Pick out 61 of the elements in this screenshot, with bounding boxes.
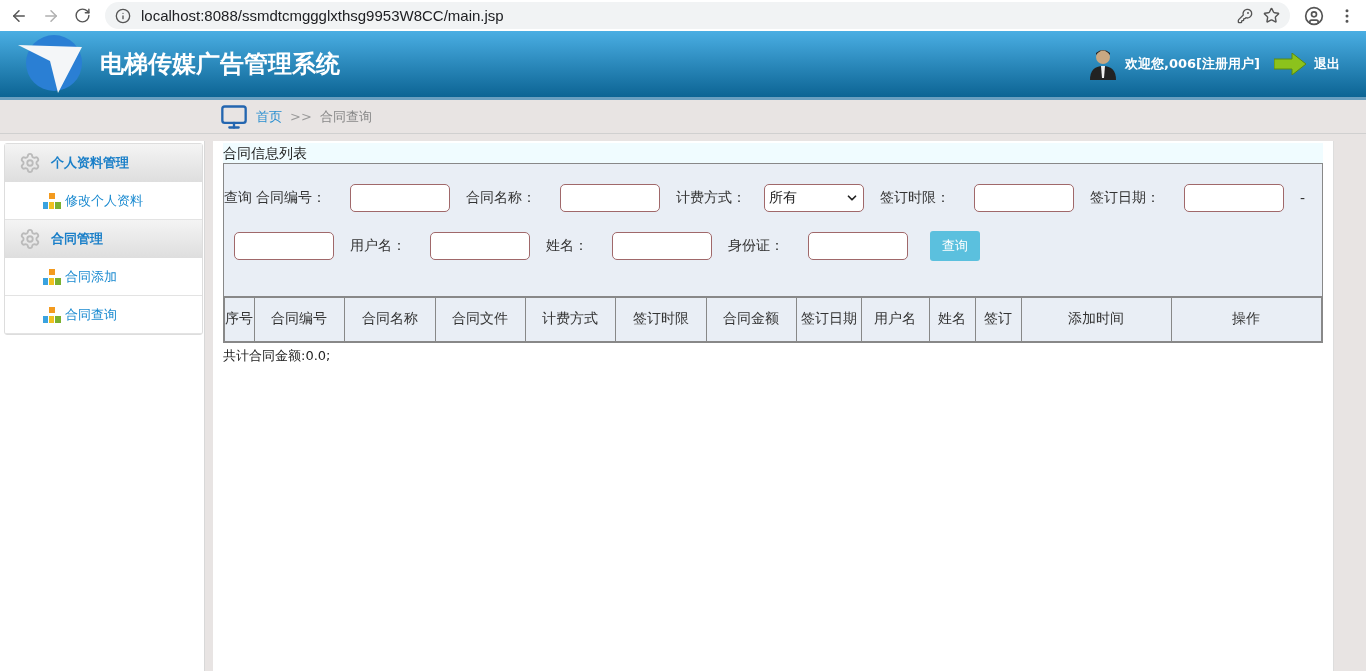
- input-field[interactable]: [430, 232, 530, 260]
- sitemap-icon: [43, 268, 61, 285]
- total-amount: 共计合同金额:0.0;: [223, 346, 332, 365]
- column-header: 签订时限: [615, 297, 706, 342]
- field-label: 合同编号：: [256, 189, 326, 207]
- select-field[interactable]: 所有: [764, 184, 864, 212]
- arrow-right-icon: [1274, 53, 1306, 75]
- column-header: 合同编号: [254, 297, 344, 342]
- column-header: 计费方式: [525, 297, 615, 342]
- breadcrumb-separator: >>: [290, 109, 312, 124]
- range-dash: -: [1300, 190, 1306, 206]
- menu-group-header[interactable]: 合同管理: [5, 220, 202, 258]
- field-label: 签订时限：: [880, 189, 950, 207]
- logout-link[interactable]: 退出: [1314, 55, 1340, 73]
- user-avatar-icon: [1089, 48, 1118, 80]
- sitemap-icon: [43, 306, 61, 323]
- menu-group-title: 个人资料管理: [51, 154, 129, 172]
- address-bar[interactable]: localhost:8088/ssmdtcmggglxthsg9953W8CC/main.jsp: [105, 2, 1290, 29]
- column-header: 姓名: [929, 297, 975, 342]
- menu-item[interactable]: 合同添加: [5, 258, 202, 296]
- welcome-text: 欢迎您,006[注册用户]: [1125, 55, 1260, 73]
- computer-icon: [220, 102, 248, 131]
- profile-icon[interactable]: [1304, 5, 1324, 26]
- column-header: 序号: [224, 297, 254, 342]
- gear-icon: [19, 152, 41, 174]
- field-label: 姓名：: [546, 237, 588, 255]
- key-icon[interactable]: [1237, 7, 1253, 24]
- gear-icon: [19, 228, 41, 250]
- info-icon: [115, 7, 131, 24]
- breadcrumb-current: 合同查询: [319, 107, 372, 126]
- field-label: 签订日期：: [1090, 189, 1160, 207]
- input-field[interactable]: [808, 232, 908, 260]
- panel-title: 合同信息列表: [223, 143, 1323, 163]
- field-label: 计费方式：: [676, 189, 746, 207]
- field-label: 用户名：: [350, 237, 406, 255]
- column-header: 添加时间: [1021, 297, 1171, 342]
- menu-item[interactable]: 合同查询: [5, 296, 202, 334]
- column-header: 合同文件: [435, 297, 525, 342]
- search-label: 查询: [224, 189, 252, 207]
- input-field[interactable]: [350, 184, 450, 212]
- field-label: 身份证：: [728, 237, 784, 255]
- input-field[interactable]: [974, 184, 1074, 212]
- input-field[interactable]: [560, 184, 660, 212]
- home-link[interactable]: 首页: [256, 107, 282, 126]
- search-button[interactable]: 查询: [930, 231, 980, 261]
- menu-group-header[interactable]: 个人资料管理: [5, 144, 202, 182]
- input-field[interactable]: [234, 232, 334, 260]
- menu-group-title: 合同管理: [51, 230, 103, 248]
- column-header: 合同金额: [706, 297, 796, 342]
- star-icon[interactable]: [1263, 7, 1280, 24]
- column-header: 合同名称: [344, 297, 435, 342]
- column-header: 签订日期: [796, 297, 861, 342]
- sitemap-icon: [43, 192, 61, 209]
- reload-icon[interactable]: [74, 7, 91, 24]
- logo-icon: [18, 33, 84, 95]
- input-field[interactable]: [612, 232, 712, 260]
- field-label: 合同名称：: [466, 189, 536, 207]
- input-field[interactable]: [1184, 184, 1284, 212]
- app-title: 电梯传媒广告管理系统: [100, 49, 341, 80]
- column-header: 用户名: [861, 297, 929, 342]
- column-header: 签订: [975, 297, 1021, 342]
